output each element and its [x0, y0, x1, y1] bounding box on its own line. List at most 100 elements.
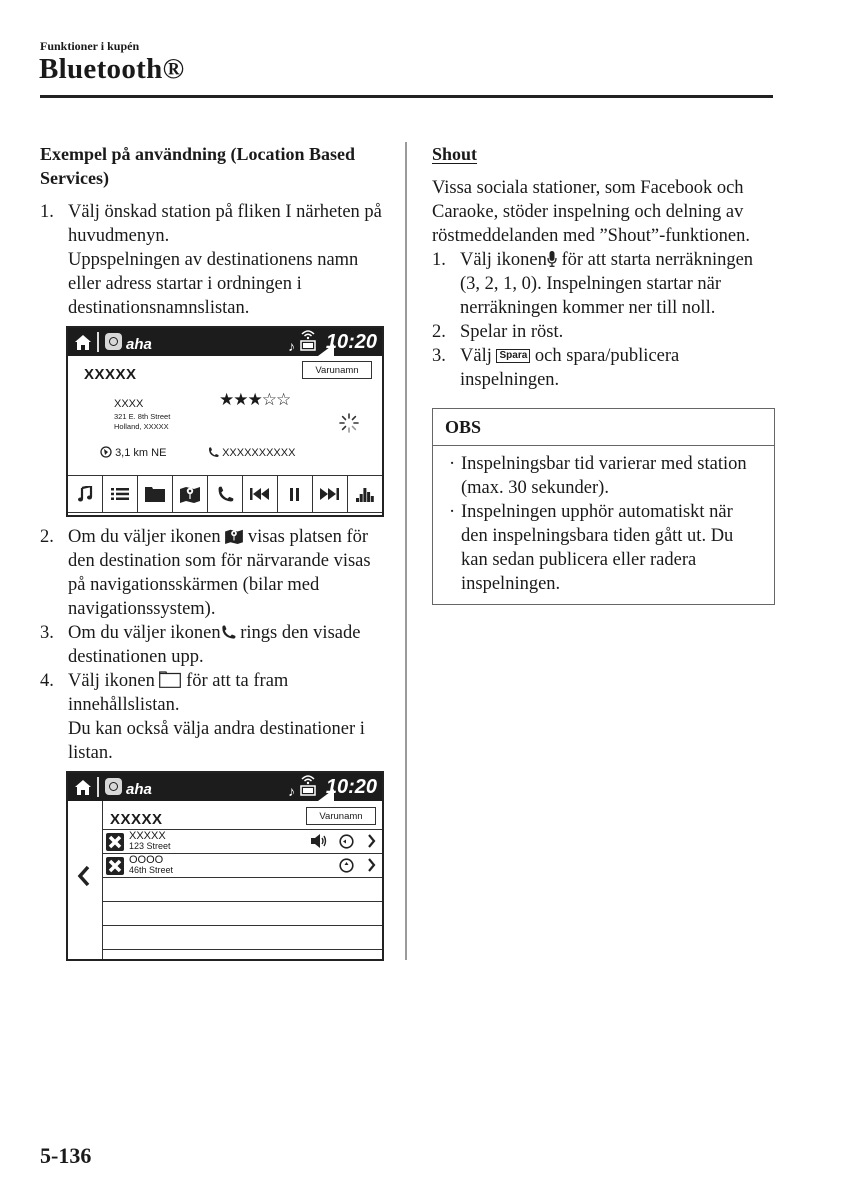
phone-icon [209, 447, 219, 457]
distance-text: 3,1 km NE [115, 447, 167, 459]
music-note-icon: ♪ [288, 338, 295, 354]
column-divider [405, 142, 407, 960]
wifi-battery-icon [299, 773, 317, 803]
next-button[interactable] [313, 476, 348, 512]
aha-logo-icon [105, 778, 122, 795]
step-text-continued: Uppspelningen av destinationens namn ell… [68, 250, 359, 318]
step-number: 2. [40, 527, 54, 547]
step-text: Välj önskad station på fliken I närheten… [68, 202, 382, 246]
step-4: 4. Välj ikonen för att ta fram innehålls… [40, 669, 390, 765]
bullet: · [449, 502, 456, 522]
step-number: 2. [432, 322, 446, 342]
address-line-2: Holland, XXXXX [114, 422, 169, 431]
music-icon [78, 486, 93, 502]
separator [97, 777, 99, 797]
list-button[interactable] [103, 476, 138, 512]
step-text-start: Välj [460, 346, 492, 366]
home-icon[interactable] [74, 778, 92, 802]
item-address: 46th Street [129, 865, 174, 875]
direction-icon[interactable] [339, 834, 354, 849]
shout-heading: Shout [432, 144, 478, 164]
microphone-icon [547, 251, 557, 267]
section-heading: Exempel på användning (Location Based Se… [40, 144, 356, 188]
map-button[interactable] [173, 476, 208, 512]
obs-item: · Inspelningen upphör automatiskt när de… [447, 500, 764, 596]
left-column: Exempel på användning (Location Based Se… [40, 143, 390, 969]
step-number: 3. [40, 623, 54, 643]
step-2: 2. Om du väljer ikonen visas platsen för… [40, 525, 390, 621]
separator [97, 332, 99, 352]
obs-note-box: OBS · Inspelningsbar tid varierar med st… [432, 408, 775, 605]
step-1: 1. Välj ikonen för att starta nerräkning… [432, 248, 777, 320]
step-text-continued: Du kan också välja andra destinationer i… [68, 719, 365, 763]
step-text-end: och spara/publicera inspelningen. [460, 346, 680, 390]
wifi-battery-icon [299, 328, 317, 358]
spara-button: Spara [496, 349, 531, 363]
obs-item-text: Inspelningen upphör automatiskt när den … [461, 502, 734, 594]
station-title: XXXXX [84, 366, 137, 383]
phone-icon [221, 625, 236, 639]
app-name: aha [126, 336, 152, 353]
aha-station-detail-screen: aha ♪ 10:20 XXXXX Varunamn XXXX 321 E. 8… [66, 326, 384, 517]
obs-body: · Inspelningsbar tid varierar med statio… [433, 446, 774, 604]
compass-icon [100, 446, 112, 458]
phone-readout[interactable]: XXXXXXXXXX [208, 441, 295, 465]
step-3: 3. Om du väljer ikonen rings den visade … [40, 621, 390, 669]
pause-button[interactable] [278, 476, 313, 512]
clock: 10:20 [325, 331, 377, 353]
obs-item: · Inspelningsbar tid varierar med statio… [447, 452, 764, 500]
media-toolbar [68, 475, 382, 513]
phone-icon [218, 486, 233, 501]
step-1: 1. Välj önskad station på fliken I närhe… [40, 200, 390, 320]
obs-item-text: Inspelningsbar tid varierar med station … [461, 454, 747, 498]
equalizer-button[interactable] [348, 476, 382, 512]
right-column: Shout Vissa sociala stationer, som Faceb… [432, 143, 777, 605]
back-panel[interactable] [68, 801, 103, 959]
folder-outline-icon [159, 671, 182, 688]
step-text-start: Om du väljer ikonen [68, 623, 221, 643]
loading-spinner-icon [338, 412, 360, 440]
step-number: 1. [40, 202, 54, 222]
obs-title: OBS [433, 409, 774, 446]
list-item[interactable]: XXXXX 123 Street [103, 829, 382, 853]
step-number: 1. [432, 250, 446, 270]
home-icon[interactable] [74, 333, 92, 357]
varunamn-button[interactable]: Varunamn [306, 807, 376, 825]
varunamn-button[interactable]: Varunamn [302, 361, 372, 379]
folder-icon [145, 487, 165, 502]
chevron-right-icon[interactable] [367, 858, 376, 872]
step-text-start: Välj ikonen [68, 671, 155, 691]
list-item-empty [103, 949, 382, 960]
section-label: Funktioner i kupén [40, 39, 140, 53]
call-button[interactable] [208, 476, 243, 512]
status-bar: aha ♪ 10:20 [68, 773, 382, 801]
list-item-empty [103, 901, 382, 925]
aha-content-list-screen: aha ♪ 10:20 XXXXX Varunamn XXXXX 123 Str… [66, 771, 384, 961]
previous-button[interactable] [243, 476, 278, 512]
phone-number: XXXXXXXXXX [222, 447, 296, 459]
step-text-start: Om du väljer ikonen [68, 527, 221, 547]
app-name: aha [126, 781, 152, 798]
pause-icon [290, 487, 299, 501]
page-number: 5-136 [40, 1143, 92, 1168]
station-logo-icon [106, 833, 124, 851]
music-note-icon: ♪ [288, 783, 295, 799]
next-icon [320, 488, 339, 500]
step-2: 2. Spelar in röst. [432, 320, 777, 344]
list-item[interactable]: OOOO 46th Street [103, 853, 382, 877]
back-chevron-icon[interactable] [77, 865, 91, 893]
map-pin-icon [180, 487, 200, 503]
item-address: 123 Street [129, 841, 171, 851]
music-button[interactable] [68, 476, 103, 512]
chevron-right-icon[interactable] [367, 834, 376, 848]
shout-intro: Vissa sociala stationer, som Facebook oc… [432, 178, 751, 246]
direction-icon[interactable] [339, 858, 354, 873]
clock: 10:20 [325, 776, 377, 798]
rating-stars: ★★★☆☆ [219, 388, 291, 412]
page-title: Bluetooth® [39, 53, 185, 85]
station-logo-icon [106, 857, 124, 875]
step-number: 4. [40, 671, 54, 691]
folder-button[interactable] [138, 476, 173, 512]
step-text-start: Välj ikonen [460, 250, 547, 270]
aha-logo-icon [105, 333, 122, 350]
